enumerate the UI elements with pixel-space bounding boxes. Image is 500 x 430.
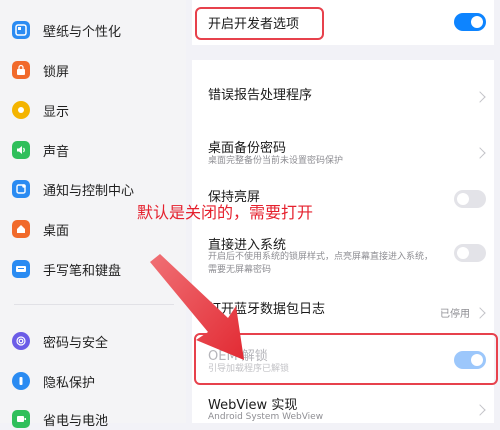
annotation-text: 默认是关闭的，需要打开 — [137, 203, 314, 222]
